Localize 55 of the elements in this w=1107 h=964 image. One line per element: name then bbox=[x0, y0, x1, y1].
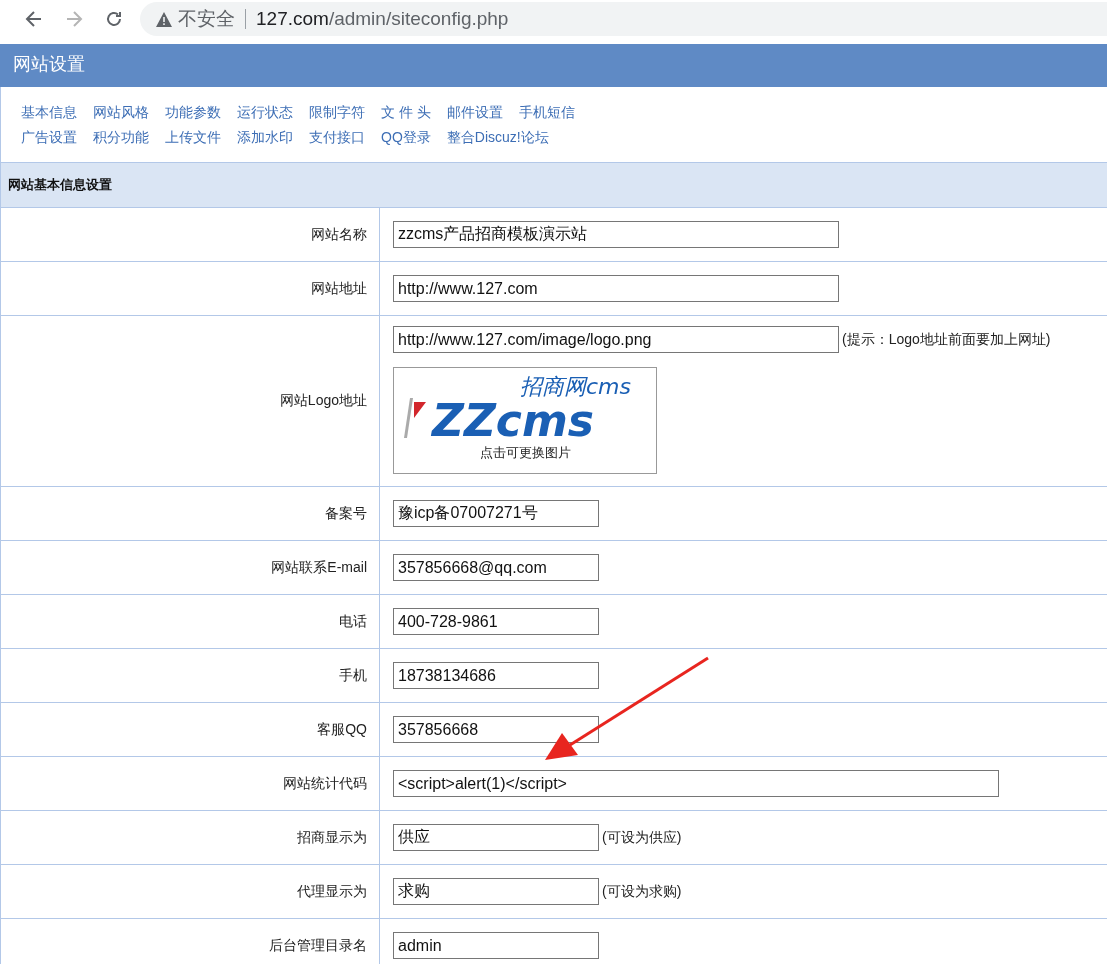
security-label: 不安全 bbox=[172, 9, 246, 29]
nav-link[interactable]: 运行状态 bbox=[237, 103, 293, 122]
field-label: 备案号 bbox=[1, 487, 380, 540]
input-field[interactable]: 18738134686 bbox=[393, 662, 599, 689]
nav-link[interactable]: 广告设置 bbox=[21, 128, 77, 147]
nav-link[interactable]: 邮件设置 bbox=[446, 103, 503, 122]
nav-link[interactable]: 积分功能 bbox=[93, 128, 149, 147]
field-label: 网站名称 bbox=[1, 208, 380, 261]
url-text: 127.com/admin/siteconfig.php bbox=[255, 8, 509, 30]
logo-mark-icon bbox=[404, 398, 426, 438]
section-title: 网站基本信息设置 bbox=[8, 176, 112, 194]
input-field[interactable]: 357856668 bbox=[393, 716, 599, 743]
input-field[interactable]: http://www.127.com bbox=[393, 275, 839, 302]
page-title: 网站设置 bbox=[13, 54, 85, 74]
hint-text: (提示：Logo地址前面要加上网址) bbox=[842, 330, 1051, 349]
warning-icon bbox=[156, 11, 172, 27]
logo-caption: 点击可更换图片 bbox=[479, 444, 571, 462]
field-label: 代理显示为 bbox=[1, 865, 380, 918]
nav-link[interactable]: 网站风格 bbox=[93, 103, 149, 122]
nav-link[interactable]: 限制字符 bbox=[309, 103, 365, 122]
nav-link[interactable]: 上传文件 bbox=[165, 128, 221, 147]
nav-link[interactable]: 整合Discuz!论坛 bbox=[446, 128, 549, 147]
field-label: 后台管理目录名 bbox=[1, 919, 380, 964]
nav-link[interactable]: 添加水印 bbox=[237, 128, 293, 147]
nav-link[interactable]: 基本信息 bbox=[21, 103, 77, 122]
nav-link[interactable]: QQ登录 bbox=[381, 128, 431, 147]
nav-link[interactable]: 支付接口 bbox=[309, 128, 365, 147]
input-field[interactable]: 400-728-9861 bbox=[393, 608, 599, 635]
field-label: 招商显示为 bbox=[1, 811, 380, 864]
input-field[interactable]: 357856668@qq.com bbox=[393, 554, 599, 581]
field-label: 网站地址 bbox=[1, 262, 380, 315]
forward-icon bbox=[64, 9, 84, 29]
field-label: 手机 bbox=[1, 649, 380, 702]
field-label: 网站统计代码 bbox=[1, 757, 380, 810]
reload-icon bbox=[104, 9, 124, 29]
back-icon bbox=[24, 9, 44, 29]
field-label: 网站联系E-mail bbox=[1, 541, 380, 594]
input-field[interactable]: 求购 bbox=[393, 878, 599, 905]
logo-tagline: 招商网cms bbox=[520, 374, 631, 399]
address-bar[interactable]: 不安全 127.com/admin/siteconfig.php bbox=[140, 2, 1107, 36]
field-label: 电话 bbox=[1, 595, 380, 648]
input-field[interactable]: 供应 bbox=[393, 824, 599, 851]
nav-link[interactable]: 手机短信 bbox=[518, 103, 575, 122]
input-field[interactable]: <script>alert(1)</script> bbox=[393, 770, 999, 797]
field-label: 客服QQ bbox=[1, 703, 380, 756]
nav-link[interactable]: 文 件 头 bbox=[381, 103, 431, 122]
input-field[interactable]: 豫icp备07007271号 bbox=[393, 500, 599, 527]
field-label: 网站Logo地址 bbox=[1, 316, 380, 486]
hint-text: (可设为供应) bbox=[602, 828, 682, 847]
nav-link[interactable]: 功能参数 bbox=[165, 103, 221, 122]
input-field[interactable]: http://www.127.com/image/logo.png bbox=[393, 326, 839, 353]
input-field[interactable]: zzcms产品招商模板演示站 bbox=[393, 221, 839, 248]
logo-image[interactable]: 招商网cms ZZcms 点击可更换图片 bbox=[393, 367, 657, 474]
input-field[interactable]: admin bbox=[393, 932, 599, 959]
hint-text: (可设为求购) bbox=[602, 882, 682, 901]
